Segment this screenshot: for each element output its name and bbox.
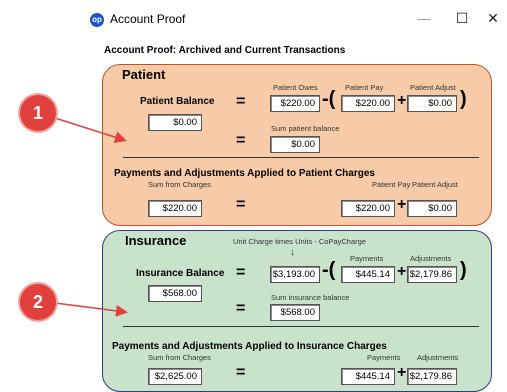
callout-arrows bbox=[54, 117, 128, 317]
callout-badge-2: 2 bbox=[20, 284, 56, 320]
callout-badge-1: 1 bbox=[20, 95, 56, 131]
callout-1-arrow bbox=[54, 117, 127, 143]
callout-2-arrow bbox=[54, 302, 128, 317]
